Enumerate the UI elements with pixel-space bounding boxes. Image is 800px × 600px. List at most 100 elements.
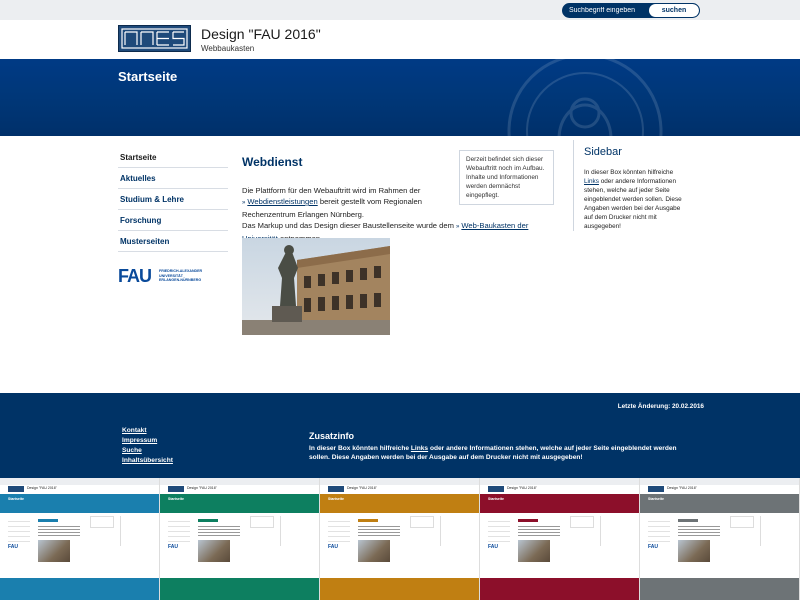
paragraph-text: Das Markup und das Design dieser Baustel… bbox=[242, 221, 454, 230]
preview-topbar bbox=[0, 478, 159, 485]
preview-photo bbox=[358, 540, 390, 562]
preview-heading bbox=[518, 519, 538, 522]
zusatzinfo-paragraph: In dieser Box könnten hilfreiche bbox=[309, 445, 410, 452]
preview-topbar bbox=[320, 478, 479, 485]
preview-hero: Startseite bbox=[480, 494, 639, 513]
theme-preview-orange[interactable]: Design "FAU 2016" Startseite FAU bbox=[320, 478, 480, 600]
theme-preview-blue[interactable]: Design "FAU 2016" Startseite FAU bbox=[0, 478, 160, 600]
preview-topbar bbox=[160, 478, 319, 485]
fau-logo-line: ERLANGEN-NÜRNBERG bbox=[159, 278, 202, 283]
preview-nav bbox=[168, 518, 190, 543]
theme-preview-gray[interactable]: Design "FAU 2016" Startseite FAU bbox=[640, 478, 800, 600]
preview-nav bbox=[648, 518, 670, 543]
search-input[interactable] bbox=[563, 4, 649, 17]
preview-logo bbox=[648, 486, 664, 492]
preview-hero-title: Startseite bbox=[168, 497, 184, 501]
color-variant-previews: Design "FAU 2016" Startseite FAU Design "F… bbox=[0, 478, 800, 600]
nav-item-forschung[interactable]: Forschung bbox=[118, 210, 228, 231]
preview-heading bbox=[678, 519, 698, 522]
preview-footer bbox=[160, 578, 319, 600]
preview-nav bbox=[8, 518, 30, 543]
webdienstleistungen-link[interactable]: Webdienstleistungen bbox=[247, 197, 317, 206]
preview-header: Design "FAU 2016" bbox=[0, 485, 159, 494]
preview-photo bbox=[678, 540, 710, 562]
preview-topbar bbox=[640, 478, 799, 485]
page-hero: Startseite bbox=[0, 59, 800, 136]
preview-footer bbox=[0, 578, 159, 600]
theme-preview-green[interactable]: Design "FAU 2016" Startseite FAU bbox=[160, 478, 320, 600]
preview-photo bbox=[38, 540, 70, 562]
preview-title: Design "FAU 2016" bbox=[507, 486, 537, 490]
preview-hero-title: Startseite bbox=[8, 497, 24, 501]
footer-links: Kontakt Impressum Suche Inhaltsübersicht bbox=[122, 426, 173, 466]
preview-topbar bbox=[480, 478, 639, 485]
preview-header: Design "FAU 2016" bbox=[640, 485, 799, 494]
nav-item-musterseiten[interactable]: Musterseiten bbox=[118, 231, 228, 252]
preview-text bbox=[678, 526, 720, 538]
sidebar-links-link[interactable]: Links bbox=[584, 178, 599, 185]
fau-logo[interactable]: FAU FRIEDRICH-ALEXANDER UNIVERSITÄT ERLA… bbox=[118, 266, 213, 286]
sidebar-paragraph: In dieser Box könnten hilfreiche bbox=[584, 169, 674, 176]
fau-logo-line: FRIEDRICH-ALEXANDER bbox=[159, 269, 203, 273]
preview-title: Design "FAU 2016" bbox=[667, 486, 697, 490]
preview-sidebar bbox=[120, 516, 148, 546]
preview-heading bbox=[358, 519, 378, 522]
preview-notice bbox=[410, 516, 434, 528]
preview-photo bbox=[518, 540, 550, 562]
top-bar: suchen bbox=[0, 0, 800, 20]
site-logo[interactable] bbox=[118, 25, 191, 52]
search-form: suchen bbox=[562, 3, 700, 18]
statue-photo bbox=[242, 238, 390, 335]
preview-footer bbox=[480, 578, 639, 600]
page-title: Startseite bbox=[118, 69, 178, 84]
preview-logo bbox=[328, 486, 344, 492]
zusatzinfo-links-link[interactable]: Links bbox=[411, 445, 428, 452]
preview-logo bbox=[168, 486, 184, 492]
nav-item-studium-lehre[interactable]: Studium & Lehre bbox=[118, 189, 228, 210]
footer-link-impressum[interactable]: Impressum bbox=[122, 436, 173, 446]
nav-item-aktuelles[interactable]: Aktuelles bbox=[118, 168, 228, 189]
sidebar-title: Sidebar bbox=[584, 146, 622, 158]
site-title: Design "FAU 2016" bbox=[201, 26, 321, 42]
preview-notice bbox=[250, 516, 274, 528]
preview-hero-title: Startseite bbox=[328, 497, 344, 501]
footer-link-kontakt[interactable]: Kontakt bbox=[122, 426, 173, 436]
preview-heading bbox=[198, 519, 218, 522]
preview-logo bbox=[488, 486, 504, 492]
site-subtitle: Webbaukasten bbox=[201, 44, 255, 53]
preview-hero-title: Startseite bbox=[648, 497, 664, 501]
preview-text bbox=[518, 526, 560, 538]
site-header: Design "FAU 2016" Webbaukasten bbox=[0, 20, 800, 59]
zusatzinfo-text: In dieser Box könnten hilfreiche Links o… bbox=[309, 444, 689, 462]
preview-title: Design "FAU 2016" bbox=[27, 486, 57, 490]
preview-photo bbox=[198, 540, 230, 562]
footer-link-inhaltsuebersicht[interactable]: Inhaltsübersicht bbox=[122, 456, 173, 466]
sidebar: Sidebar In dieser Box könnten hilfreiche… bbox=[573, 140, 683, 231]
fau-logo-text: FRIEDRICH-ALEXANDER UNIVERSITÄT ERLANGEN… bbox=[159, 269, 202, 283]
search-button[interactable]: suchen bbox=[649, 4, 699, 17]
preview-hero: Startseite bbox=[640, 494, 799, 513]
preview-notice bbox=[90, 516, 114, 528]
preview-hero-title: Startseite bbox=[488, 497, 504, 501]
preview-fau-logo: FAU bbox=[328, 544, 338, 550]
preview-header: Design "FAU 2016" bbox=[480, 485, 639, 494]
theme-preview-red[interactable]: Design "FAU 2016" Startseite FAU bbox=[480, 478, 640, 600]
sidebar-text: In dieser Box könnten hilfreiche Links o… bbox=[584, 168, 683, 231]
site-footer: Letzte Änderung: 20.02.2016 Kontakt Impr… bbox=[0, 393, 800, 478]
preview-text bbox=[38, 526, 80, 538]
link-arrow-icon: » bbox=[242, 200, 246, 206]
preview-fau-logo: FAU bbox=[648, 544, 658, 550]
footer-link-suche[interactable]: Suche bbox=[122, 446, 173, 456]
preview-heading bbox=[38, 519, 58, 522]
preview-text bbox=[198, 526, 240, 538]
preview-fau-logo: FAU bbox=[8, 544, 18, 550]
zusatzinfo-title: Zusatzinfo bbox=[309, 431, 354, 441]
preview-text bbox=[358, 526, 400, 538]
preview-sidebar bbox=[600, 516, 628, 546]
preview-fau-logo: FAU bbox=[168, 544, 178, 550]
fau-logo-mark: FAU bbox=[118, 266, 152, 286]
nav-item-startseite[interactable]: Startseite bbox=[118, 147, 228, 168]
link-arrow-icon: » bbox=[456, 224, 460, 230]
preview-fau-logo: FAU bbox=[488, 544, 498, 550]
preview-footer bbox=[640, 578, 799, 600]
